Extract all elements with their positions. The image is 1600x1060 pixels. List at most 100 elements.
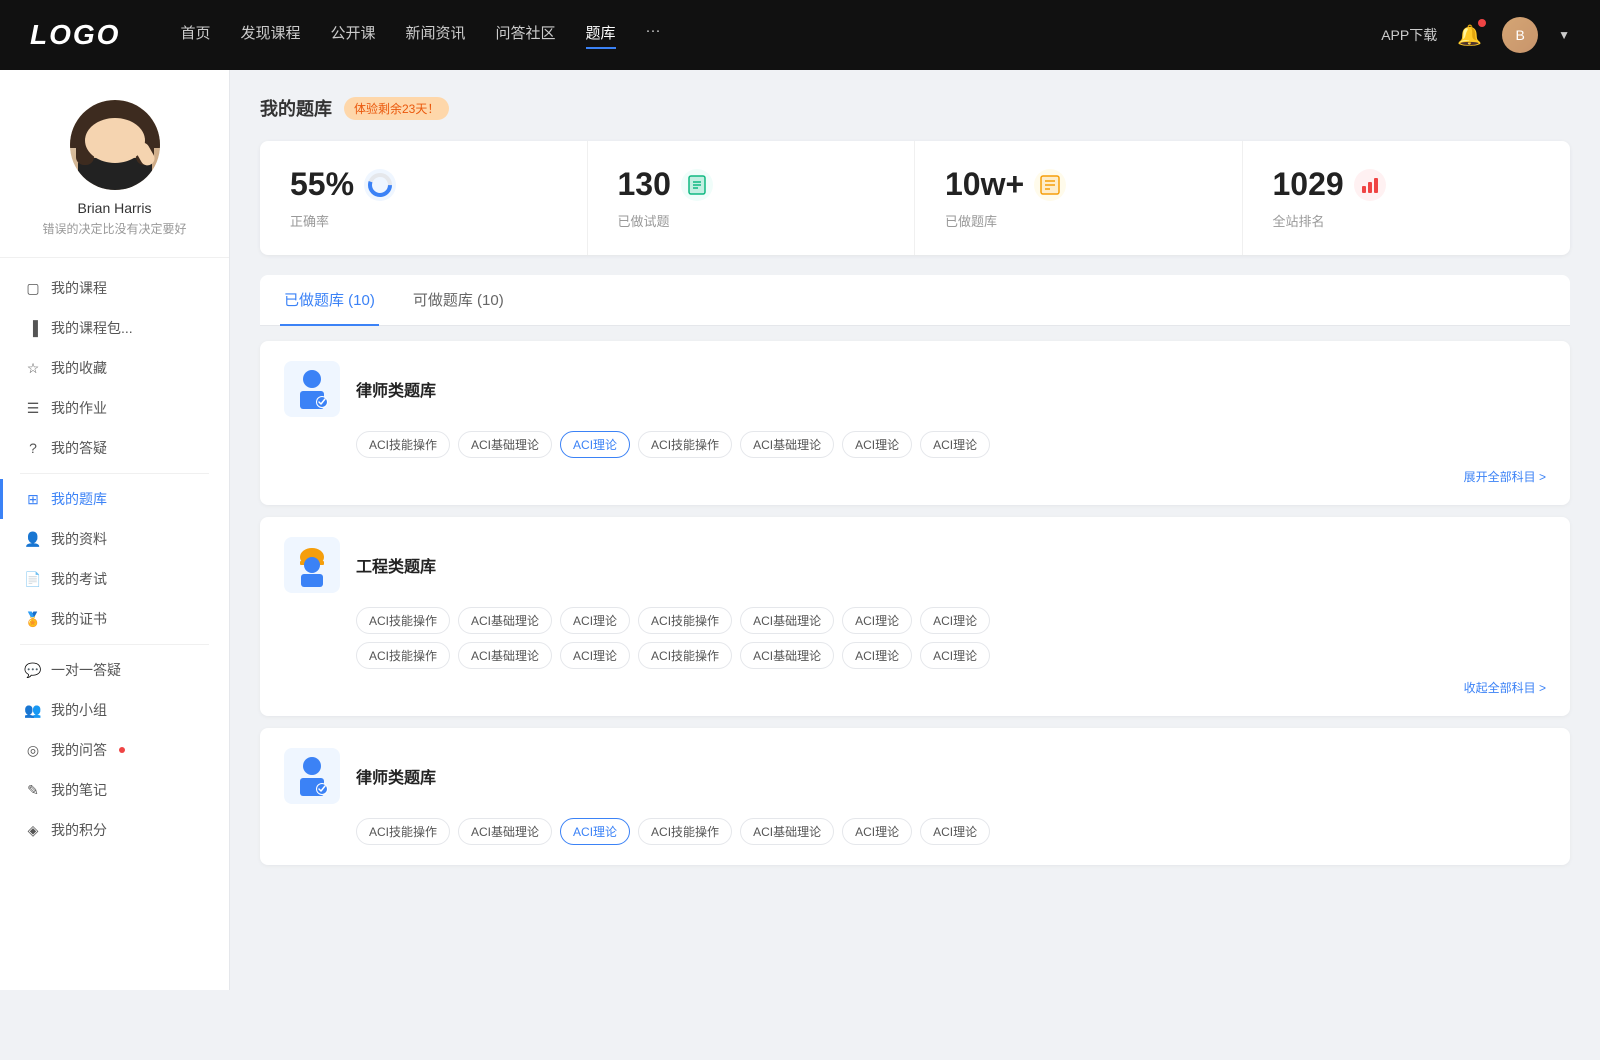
sidebar-item-exam[interactable]: 📄 我的考试 (0, 559, 229, 599)
file2-icon: 📄 (25, 571, 41, 587)
sidebar-username: Brian Harris (20, 200, 209, 216)
tag-1-r2-6[interactable]: ACI理论 (920, 642, 990, 669)
tag-1-r2-0[interactable]: ACI技能操作 (356, 642, 450, 669)
divider (20, 473, 209, 474)
tag-1-1[interactable]: ACI基础理论 (458, 607, 552, 634)
tag-1-4[interactable]: ACI基础理论 (740, 607, 834, 634)
stat-done-value: 130 (618, 166, 671, 203)
nav-home[interactable]: 首页 (180, 22, 210, 49)
sidebar-motto: 错误的决定比没有决定要好 (20, 220, 209, 237)
stat-rank-value: 1029 (1273, 166, 1344, 203)
sidebar-item-notes[interactable]: ✎ 我的笔记 (0, 770, 229, 810)
tab-done-banks[interactable]: 已做题库 (10) (280, 275, 379, 326)
sidebar-item-qbank[interactable]: ⊞ 我的题库 (0, 479, 229, 519)
sidebar-item-qa[interactable]: ? 我的答疑 (0, 428, 229, 468)
navbar: LOGO 首页 发现课程 公开课 新闻资讯 问答社区 题库 ··· APP下载 … (0, 0, 1600, 70)
logo: LOGO (30, 19, 120, 51)
qbank-engineer-icon (284, 537, 340, 593)
stat-accuracy-label: 正确率 (290, 211, 557, 230)
sidebar-item-points[interactable]: ◈ 我的积分 (0, 810, 229, 850)
tab-available-banks[interactable]: 可做题库 (10) (409, 275, 508, 326)
sidebar-item-favorites[interactable]: ☆ 我的收藏 (0, 348, 229, 388)
sidebar-item-coursepack[interactable]: ▐ 我的课程包... (0, 308, 229, 348)
sidebar-item-homework[interactable]: ☰ 我的作业 (0, 388, 229, 428)
tag-1-r2-2[interactable]: ACI理论 (560, 642, 630, 669)
tag-0-0[interactable]: ACI技能操作 (356, 431, 450, 458)
sidebar-item-mycourse[interactable]: ▢ 我的课程 (0, 268, 229, 308)
tag-1-r2-5[interactable]: ACI理论 (842, 642, 912, 669)
stat-done-questions: 130 已做试题 (588, 141, 916, 255)
list-amber-icon (1034, 169, 1066, 201)
navbar-right: APP下载 🔔 B ▼ (1381, 17, 1570, 53)
avatar[interactable]: B (1502, 17, 1538, 53)
stat-banks-value: 10w+ (945, 166, 1024, 203)
sidebar-item-group[interactable]: 👥 我的小组 (0, 690, 229, 730)
stat-done-label: 已做试题 (618, 211, 885, 230)
stat-accuracy-value: 55% (290, 166, 354, 203)
tag-2-4[interactable]: ACI基础理论 (740, 818, 834, 845)
sidebar-item-myqa[interactable]: ◎ 我的问答 (0, 730, 229, 770)
points-icon: ◈ (25, 822, 41, 838)
page-title: 我的题库 (260, 95, 332, 121)
sidebar-item-tutoring[interactable]: 💬 一对一答疑 (0, 650, 229, 690)
tag-0-5[interactable]: ACI理论 (842, 431, 912, 458)
tag-1-6[interactable]: ACI理论 (920, 607, 990, 634)
qbank-tags-1-row2: ACI技能操作 ACI基础理论 ACI理论 ACI技能操作 ACI基础理论 AC… (284, 642, 1546, 669)
sidebar: Brian Harris 错误的决定比没有决定要好 ▢ 我的课程 ▐ 我的课程包… (0, 70, 230, 990)
question-circle-icon: ? (25, 440, 41, 456)
nav-menu: 首页 发现课程 公开课 新闻资讯 问答社区 题库 ··· (180, 22, 1381, 49)
qbank-collapse-1[interactable]: 收起全部科目 > (284, 679, 1546, 696)
doc-icon: ☰ (25, 400, 41, 416)
nav-news[interactable]: 新闻资讯 (406, 22, 466, 49)
stat-rank-label: 全站排名 (1273, 211, 1541, 230)
tag-1-3[interactable]: ACI技能操作 (638, 607, 732, 634)
tag-0-4[interactable]: ACI基础理论 (740, 431, 834, 458)
tag-2-0[interactable]: ACI技能操作 (356, 818, 450, 845)
qbank-expand-0[interactable]: 展开全部科目 > (284, 468, 1546, 485)
avatar-image: B (1502, 17, 1538, 53)
qbank-card-0: 律师类题库 ACI技能操作 ACI基础理论 ACI理论 ACI技能操作 ACI基… (260, 341, 1570, 505)
tag-1-r2-1[interactable]: ACI基础理论 (458, 642, 552, 669)
note-icon: ✎ (25, 782, 41, 798)
tag-2-3[interactable]: ACI技能操作 (638, 818, 732, 845)
nav-qa[interactable]: 问答社区 (496, 22, 556, 49)
app-download-link[interactable]: APP下载 (1381, 25, 1437, 45)
main-content: 我的题库 体验剩余23天！ 55% 正确率 13 (230, 70, 1600, 990)
tag-0-2[interactable]: ACI理论 (560, 431, 630, 458)
tag-1-2[interactable]: ACI理论 (560, 607, 630, 634)
nav-open-course[interactable]: 公开课 (330, 22, 375, 49)
nav-qbank[interactable]: 题库 (586, 22, 616, 49)
nav-courses[interactable]: 发现课程 (240, 22, 300, 49)
trial-badge: 体验剩余23天！ (344, 97, 449, 120)
file-icon: ▢ (25, 280, 41, 296)
tag-0-1[interactable]: ACI基础理论 (458, 431, 552, 458)
tag-1-r2-3[interactable]: ACI技能操作 (638, 642, 732, 669)
bell-icon: 🔔 (1457, 25, 1482, 47)
tag-2-1[interactable]: ACI基础理论 (458, 818, 552, 845)
sidebar-menu: ▢ 我的课程 ▐ 我的课程包... ☆ 我的收藏 ☰ 我的作业 ? 我的答疑 ⊞ (0, 258, 229, 860)
tag-1-5[interactable]: ACI理论 (842, 607, 912, 634)
qa-badge (119, 747, 125, 753)
nav-more[interactable]: ··· (646, 22, 661, 49)
tag-2-5[interactable]: ACI理论 (842, 818, 912, 845)
stat-accuracy: 55% 正确率 (260, 141, 588, 255)
qbank-tags-2: ACI技能操作 ACI基础理论 ACI理论 ACI技能操作 ACI基础理论 AC… (284, 818, 1546, 845)
tag-2-2[interactable]: ACI理论 (560, 818, 630, 845)
stats-row: 55% 正确率 130 (260, 141, 1570, 255)
cert-icon: 🏅 (25, 611, 41, 627)
tag-2-6[interactable]: ACI理论 (920, 818, 990, 845)
tag-1-r2-4[interactable]: ACI基础理论 (740, 642, 834, 669)
notification-bell[interactable]: 🔔 (1457, 23, 1482, 48)
notification-badge (1478, 19, 1486, 27)
chevron-down-icon[interactable]: ▼ (1558, 28, 1570, 42)
tag-1-0[interactable]: ACI技能操作 (356, 607, 450, 634)
qbank-lawyer-icon-2 (284, 748, 340, 804)
tag-0-6[interactable]: ACI理论 (920, 431, 990, 458)
sidebar-item-certificate[interactable]: 🏅 我的证书 (0, 599, 229, 639)
star-icon: ☆ (25, 360, 41, 376)
stat-done-banks: 10w+ 已做题库 (915, 141, 1243, 255)
group-icon: 👥 (25, 702, 41, 718)
tag-0-3[interactable]: ACI技能操作 (638, 431, 732, 458)
qbank-tags-0: ACI技能操作 ACI基础理论 ACI理论 ACI技能操作 ACI基础理论 AC… (284, 431, 1546, 458)
sidebar-item-profile[interactable]: 👤 我的资料 (0, 519, 229, 559)
